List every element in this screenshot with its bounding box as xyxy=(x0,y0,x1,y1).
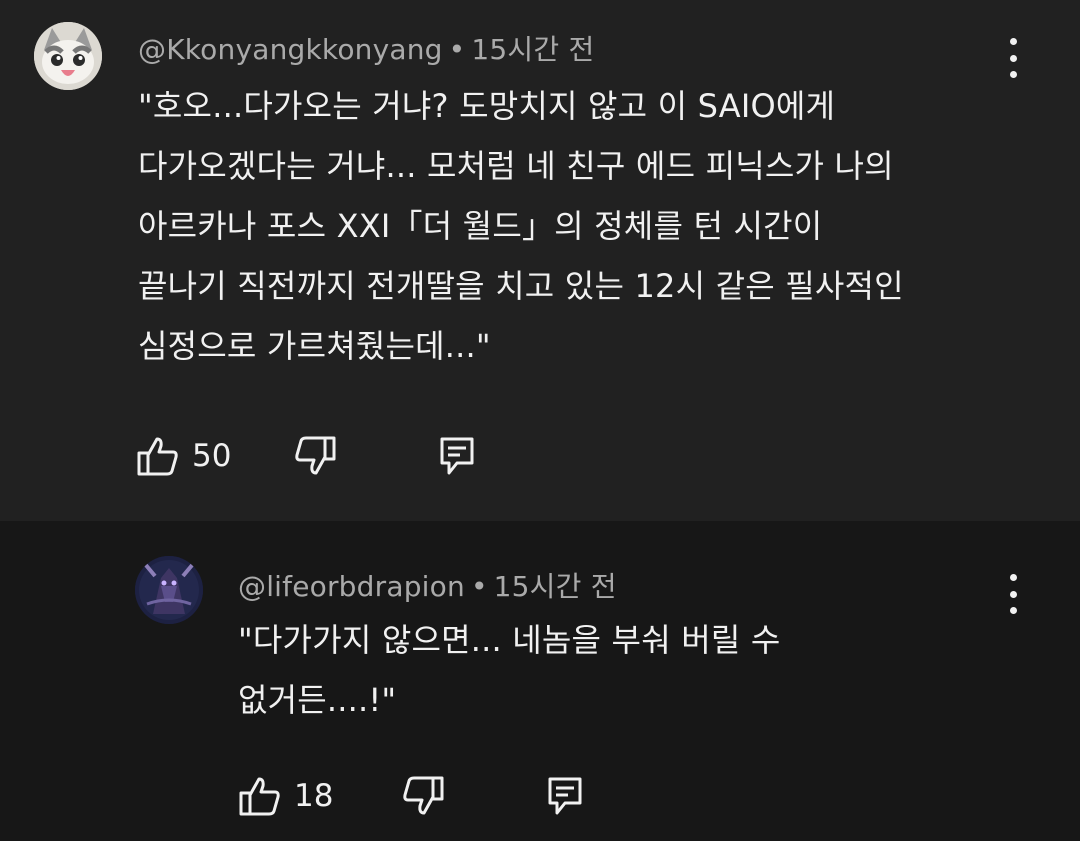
comment: @Kkonyangkkonyang • 15시간 전 "호오...다가오는 거냐? … xyxy=(0,0,1080,521)
thumbs-down-icon[interactable] xyxy=(401,774,445,818)
author-handle[interactable]: @Kkonyangkkonyang xyxy=(138,33,443,66)
comment-line: 다가오겠다는 거냐... 모처럼 네 친구 에드 피닉스가 나의 xyxy=(138,147,894,185)
cat-avatar-icon xyxy=(34,22,102,90)
avatar[interactable] xyxy=(135,556,203,624)
comment-actions: 18 xyxy=(238,774,587,818)
comment-meta: @lifeorbdrapion • 15시간 전 xyxy=(238,565,617,605)
meta-separator: • xyxy=(470,570,488,603)
thumbs-up-icon[interactable] xyxy=(238,774,282,818)
reply-icon[interactable] xyxy=(543,774,587,818)
comment-line: 끝나기 직전까지 전개딸을 치고 있는 12시 같은 필사적인 xyxy=(138,267,904,305)
meta-separator: • xyxy=(448,33,466,66)
more-vertical-icon[interactable] xyxy=(1001,38,1025,78)
reply-comment: @lifeorbdrapion • 15시간 전 "다가가지 않으면... 네놈을 … xyxy=(0,521,1080,841)
comment-line: "다가가지 않으면... 네놈을 부숴 버릴 수 xyxy=(238,621,781,659)
comment-line: 심정으로 가르쳐줬는데..." xyxy=(138,327,491,365)
comment-text: "다가가지 않으면... 네놈을 부숴 버릴 수 없거든....!" xyxy=(238,610,781,730)
comment-line: "호오...다가오는 거냐? 도망치지 않고 이 SAIO에게 xyxy=(138,87,836,125)
comment-actions: 50 xyxy=(136,434,479,478)
comment-text: "호오...다가오는 거냐? 도망치지 않고 이 SAIO에게 다가오겠다는 거… xyxy=(138,76,904,376)
reply-icon[interactable] xyxy=(435,434,479,478)
author-handle[interactable]: @lifeorbdrapion xyxy=(238,570,465,603)
comment-line: 없거든....!" xyxy=(238,681,397,719)
comment-line: 아르카나 포스 XXI「더 월드」의 정체를 턴 시간이 xyxy=(138,207,823,245)
avatar[interactable] xyxy=(34,22,102,90)
like-count: 50 xyxy=(192,438,232,474)
like-count: 18 xyxy=(294,778,334,814)
comment-meta: @Kkonyangkkonyang • 15시간 전 xyxy=(138,28,594,68)
thumbs-down-icon[interactable] xyxy=(293,434,337,478)
thumbs-up-icon[interactable] xyxy=(136,434,180,478)
timestamp[interactable]: 15시간 전 xyxy=(494,570,617,603)
timestamp[interactable]: 15시간 전 xyxy=(471,33,594,66)
more-vertical-icon[interactable] xyxy=(1001,574,1025,614)
drapion-avatar-icon xyxy=(135,556,203,624)
